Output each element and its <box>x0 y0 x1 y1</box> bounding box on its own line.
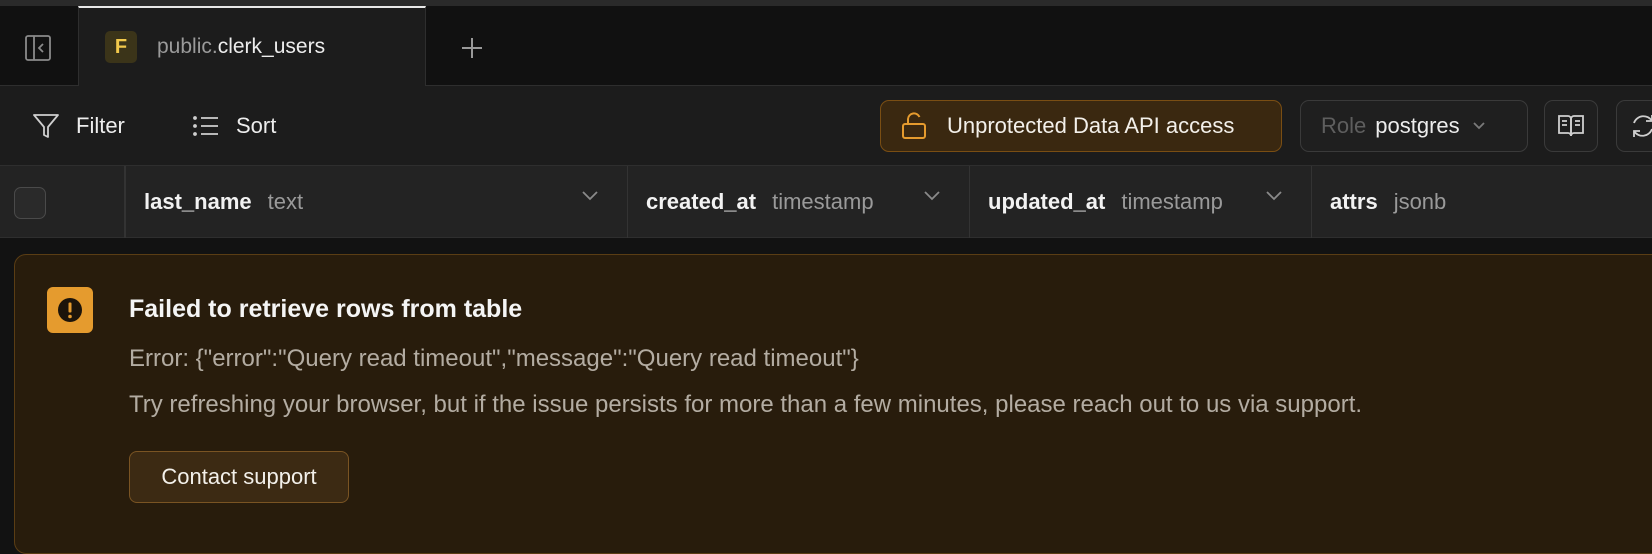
filter-icon <box>33 114 59 138</box>
book-icon <box>1558 115 1584 137</box>
alert-badge <box>47 287 93 333</box>
tab-title: public.clerk_users <box>157 35 325 59</box>
refresh-icon <box>1633 115 1652 137</box>
chevron-down-icon <box>1473 122 1485 130</box>
list-icon <box>193 116 218 136</box>
role-selector[interactable]: Role postgres <box>1300 100 1528 152</box>
column-name: created_at <box>646 189 757 214</box>
chevron-down-icon[interactable] <box>1265 190 1283 202</box>
tab-schema: public. <box>157 35 218 58</box>
error-message: Error: {"error":"Query read timeout","me… <box>129 345 859 372</box>
column-type: timestamp <box>1121 189 1223 214</box>
role-value: postgres <box>1375 113 1460 138</box>
select-all-cell <box>0 166 126 238</box>
column-header-attrs[interactable]: attrs jsonb <box>1312 166 1652 238</box>
error-hint: Try refreshing your browser, but if the … <box>129 391 1363 418</box>
tab-clerk-users[interactable]: F public.clerk_users <box>78 6 426 86</box>
tab-table-name: clerk_users <box>217 35 326 58</box>
alert-icon <box>58 298 82 322</box>
column-type: jsonb <box>1393 189 1447 214</box>
table-badge: F <box>105 31 137 63</box>
error-title: Failed to retrieve rows from table <box>129 295 523 323</box>
filter-label: Filter <box>76 113 125 138</box>
filter-button[interactable]: Filter <box>32 104 125 148</box>
sidebar-toggle-icon <box>25 35 51 61</box>
contact-support-button[interactable]: Contact support <box>129 451 349 503</box>
sort-button[interactable]: Sort <box>192 104 276 148</box>
column-name: updated_at <box>988 189 1106 214</box>
docs-button[interactable] <box>1544 100 1598 152</box>
select-all-checkbox[interactable] <box>14 187 46 219</box>
error-alert: Failed to retrieve rows from table Error… <box>14 254 1652 554</box>
table-header-row: last_name text created_at timestamp upda… <box>0 166 1652 238</box>
sidebar-toggle-button[interactable] <box>18 28 58 68</box>
refresh-button[interactable] <box>1616 100 1652 152</box>
column-type: text <box>267 189 304 214</box>
role-label: Role <box>1321 113 1367 138</box>
api-access-label: Unprotected Data API access <box>947 113 1235 138</box>
add-tab-button[interactable] <box>452 28 492 68</box>
plus-icon <box>462 38 482 58</box>
tab-bar: F public.clerk_users <box>0 6 1652 86</box>
column-name: last_name <box>144 189 252 214</box>
data-api-access-button[interactable]: Unprotected Data API access <box>880 100 1282 152</box>
column-type: timestamp <box>772 189 874 214</box>
unlock-icon <box>902 112 926 139</box>
column-header-created-at[interactable]: created_at timestamp <box>628 166 970 238</box>
chevron-down-icon[interactable] <box>581 190 599 202</box>
toolbar: Filter Sort Unprotected Data API access … <box>0 86 1652 166</box>
sort-label: Sort <box>236 113 277 138</box>
column-header-last-name[interactable]: last_name text <box>126 166 628 238</box>
chevron-down-icon[interactable] <box>923 190 941 202</box>
column-header-updated-at[interactable]: updated_at timestamp <box>970 166 1312 238</box>
column-name: attrs <box>1330 189 1378 214</box>
